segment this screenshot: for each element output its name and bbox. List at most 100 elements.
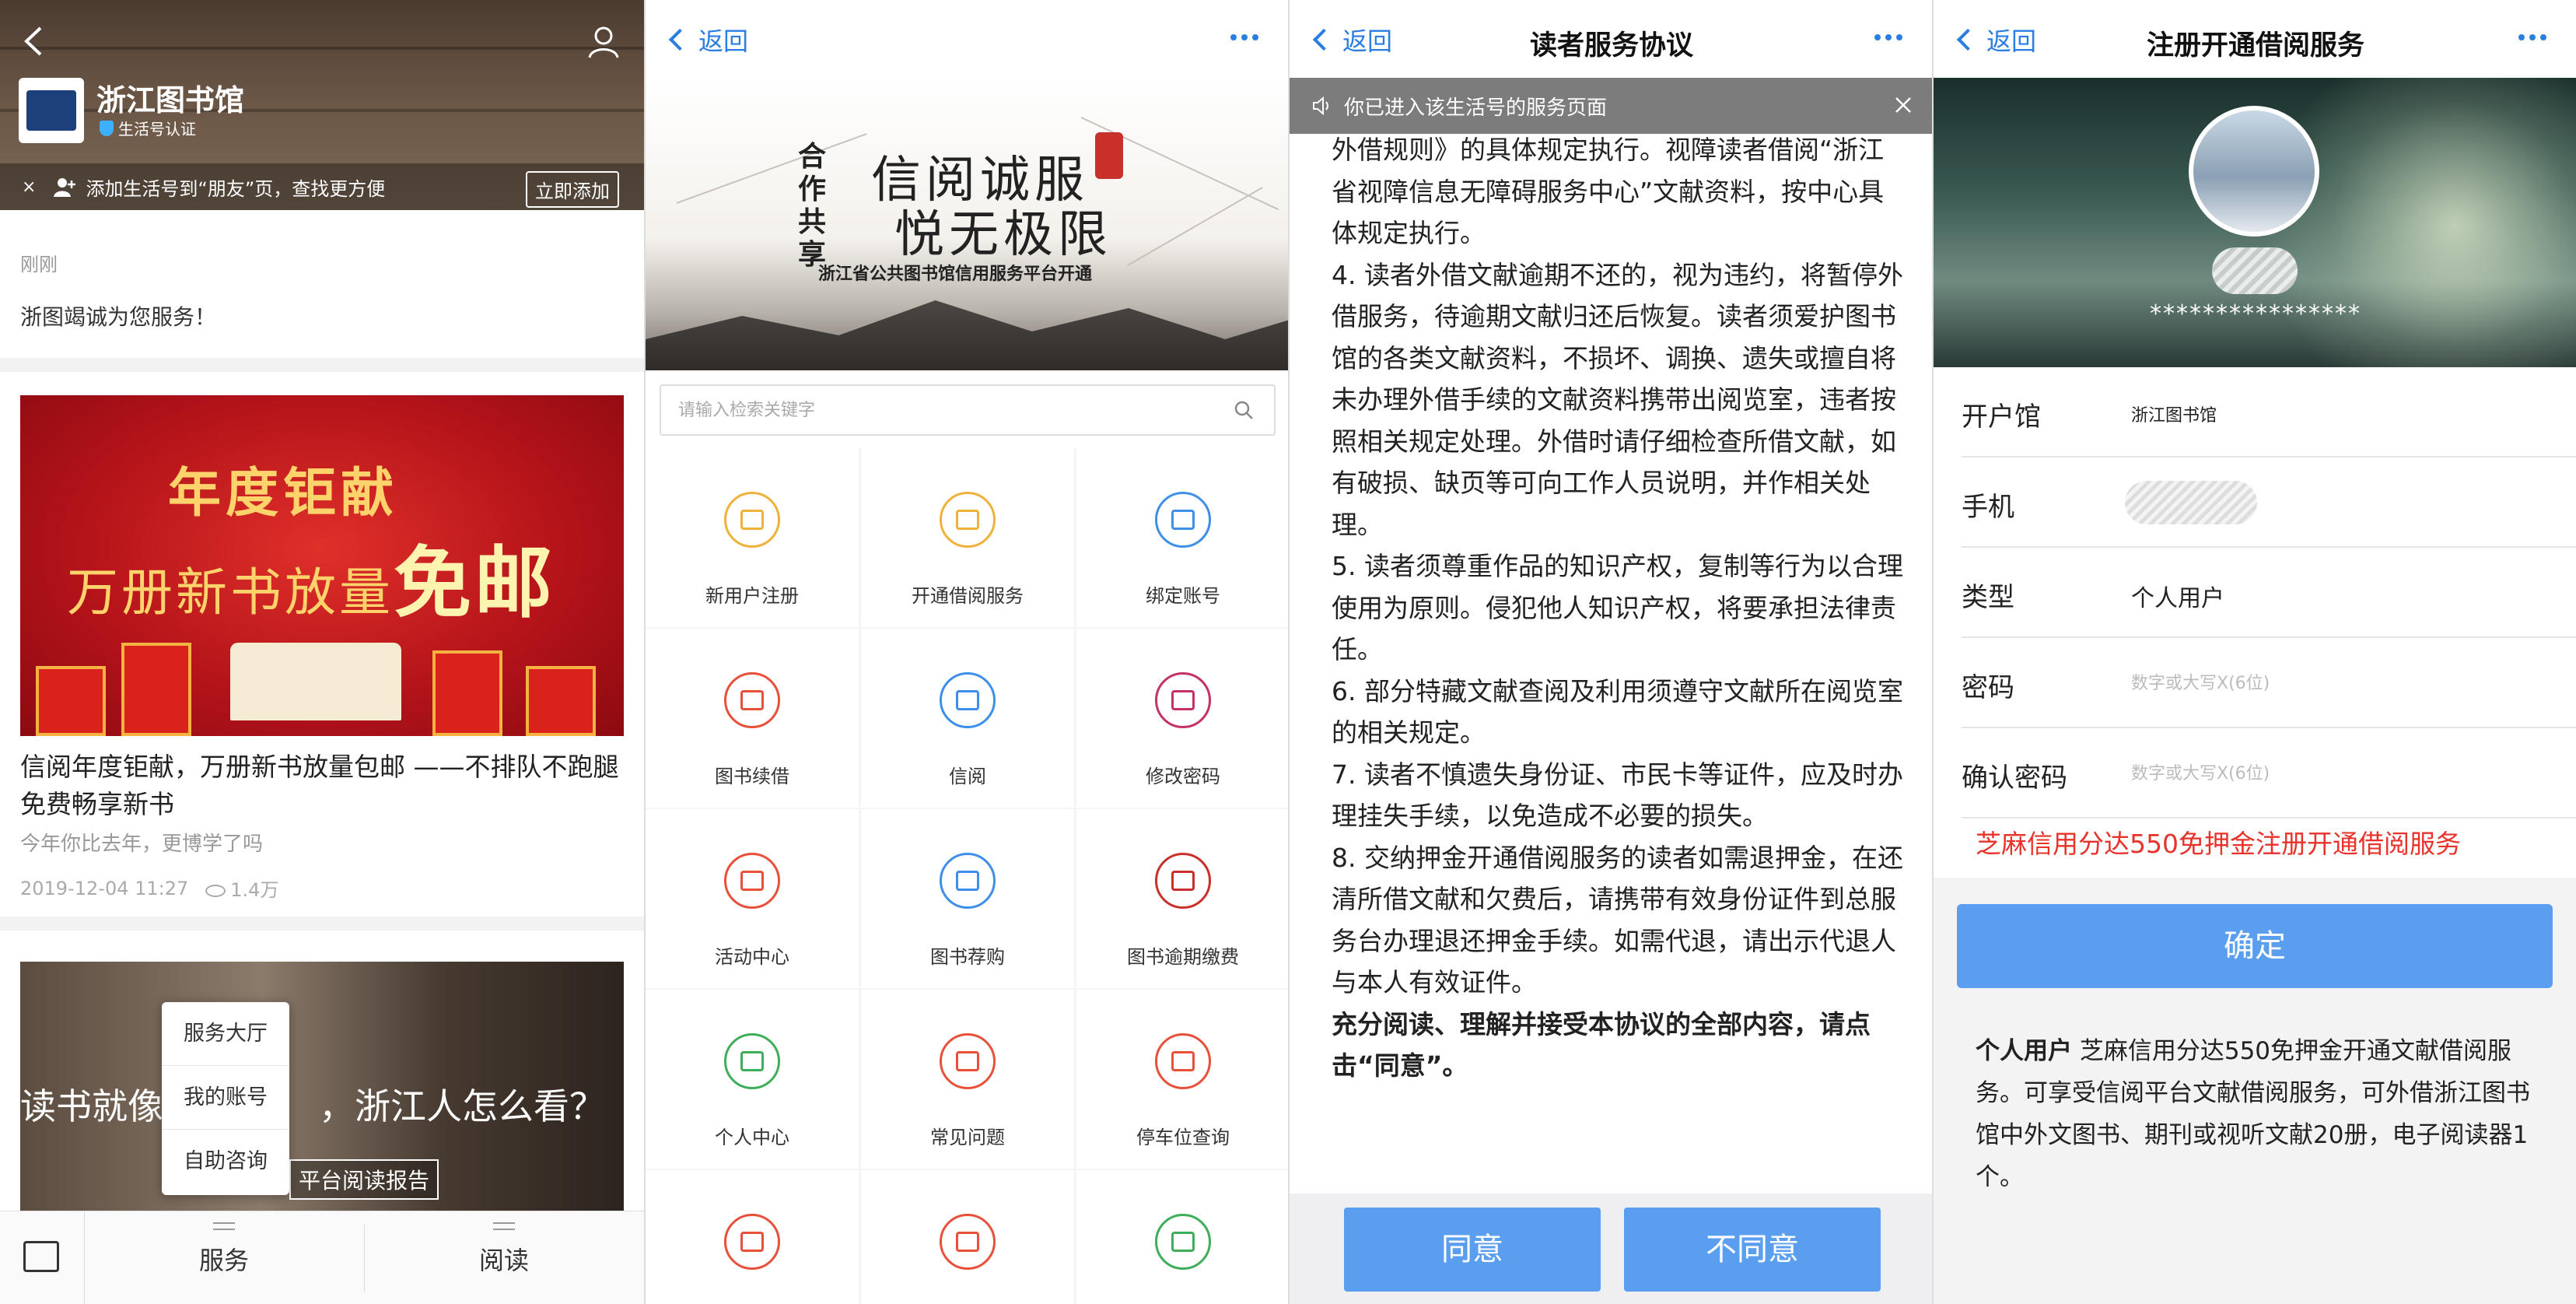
article-photo[interactable]: 读书就像 ，浙江人怎么看？ 平台阅读报告 xyxy=(20,962,624,1211)
service-grid-item[interactable]: 图书荐购 xyxy=(861,809,1074,988)
service-grid-item[interactable]: 新用户注册 xyxy=(646,448,859,627)
shelf-decoration xyxy=(0,47,644,50)
service-grid-item[interactable]: 活动中心 xyxy=(646,809,859,988)
more-icon[interactable] xyxy=(1874,34,1902,40)
article-title[interactable]: 信阅年度钜献，万册新书放量包邮 ——不排队不跑腿 免费畅享新书 xyxy=(20,748,627,823)
article-date: 2019-12-04 11:27 xyxy=(20,877,189,899)
tab-reading[interactable]: 阅读 xyxy=(364,1211,644,1304)
promo-text: 芝麻信用分达550免押金注册开通借阅服务 xyxy=(1976,829,2461,859)
auth-label: 生活号认证 xyxy=(118,120,196,138)
password-input[interactable] xyxy=(2131,658,2567,708)
more-icon[interactable] xyxy=(2518,34,2546,40)
search-input[interactable] xyxy=(661,386,1229,434)
close-icon[interactable] xyxy=(1892,93,1915,117)
service-grid-label: 图书逾期缴费 xyxy=(1127,946,1239,968)
view-count: 1.4万 xyxy=(205,875,278,902)
bottom-tab-bar: 服务 阅读 xyxy=(0,1211,644,1304)
agreement-paragraph: 8. 交纳押金开通借阅服务的读者如需退押金，在还清所借文献和欠费后，请携带有效身… xyxy=(1332,842,1903,998)
agreement-panel: 返回 读者服务协议 外借规则》的具体规定执行。视障读者借阅“浙江省视障信息无障碍… xyxy=(1288,0,1932,1304)
message-card: 刚刚 浙图竭诚为您服务！ xyxy=(0,210,644,358)
agreement-paragraph: 7. 读者不慎遗失身份证、市民卡等证件，应及时办理挂失手续，以免造成不必要的损失… xyxy=(1332,759,1903,832)
article-subtitle: 今年你比去年，更博学了吗 xyxy=(20,833,264,856)
add-now-button[interactable]: 立即添加 xyxy=(526,171,619,208)
menu-item-my-account[interactable]: 我的账号 xyxy=(162,1066,289,1130)
shield-icon xyxy=(100,120,114,136)
back-chevron-icon[interactable] xyxy=(19,22,50,61)
service-icon xyxy=(940,853,996,909)
agreement-paragraph: 外借规则》的具体规定执行。视障读者借阅“浙江省视障信息无障碍服务中心”文献资料，… xyxy=(1332,135,1885,248)
service-hall-panel: 返回 合作共享 信阅诚服 悦无极限 浙江省公共图书馆信用服务平台开通 新用户注册… xyxy=(644,0,1288,1304)
service-grid-item[interactable]: 开通借阅服务 xyxy=(861,448,1074,627)
network-line xyxy=(1127,187,1263,266)
agreement-paragraph: 5. 读者须尊重作品的知识产权，复制等行为以合理使用为原则。侵犯他人知识产权，将… xyxy=(1332,551,1903,664)
account-header: 浙江图书馆 生活号认证 × 添加生活号到“朋友”页，查找更方便 立即添加 xyxy=(0,0,644,210)
password-row: 密码 xyxy=(1962,638,2576,728)
service-icon xyxy=(724,1033,780,1089)
service-grid-item[interactable]: 图书逾期缴费 xyxy=(1076,809,1288,988)
ancient-roof-illustration xyxy=(646,300,1288,370)
search-icon[interactable] xyxy=(1234,400,1254,420)
banner-line1: 年度钜献 xyxy=(168,462,399,524)
back-button[interactable]: 返回 xyxy=(1955,22,2036,58)
menu-lines-icon xyxy=(213,1222,235,1230)
service-notice-bar: 你已进入该生活号的服务页面 xyxy=(1290,78,1932,134)
type-value: 个人用户 xyxy=(2131,585,2224,612)
tab-reading-label: 阅读 xyxy=(478,1246,529,1275)
service-icon xyxy=(1155,853,1211,909)
service-icon xyxy=(1155,492,1211,548)
confirm-button[interactable]: 确定 xyxy=(1957,904,2553,988)
service-grid-label: 图书续借 xyxy=(715,766,789,787)
service-grid-item[interactable]: 个人中心 xyxy=(646,990,859,1169)
agreement-text: 外借规则》的具体规定执行。视障读者借阅“浙江省视障信息无障碍服务中心”文献资料，… xyxy=(1332,129,1907,1087)
service-grid-label: 修改密码 xyxy=(1146,766,1220,787)
back-label: 返回 xyxy=(1986,26,2037,56)
service-popup-menu: 服务大厅 我的账号 自助咨询 xyxy=(162,1002,289,1195)
service-icon xyxy=(724,853,780,909)
disagree-button[interactable]: 不同意 xyxy=(1624,1208,1881,1292)
gift-box-decoration xyxy=(36,666,106,736)
blurred-name xyxy=(2212,247,2298,294)
service-grid-label: 新用户注册 xyxy=(705,585,799,607)
more-icon[interactable] xyxy=(1230,34,1258,40)
user-profile-icon[interactable] xyxy=(585,23,622,61)
menu-item-self-help[interactable]: 自助咨询 xyxy=(162,1130,289,1194)
article-card-2[interactable]: 读书就像 ，浙江人怎么看？ 平台阅读报告 xyxy=(0,931,644,1211)
service-grid-item[interactable]: 修改密码 xyxy=(1076,629,1288,808)
service-grid-item[interactable]: 信阅 xyxy=(861,629,1074,808)
service-grid-label: 开通借阅服务 xyxy=(912,585,1024,607)
auth-badge: 生活号认证 xyxy=(100,117,196,139)
keyboard-icon[interactable] xyxy=(23,1241,59,1272)
service-icon xyxy=(1155,1214,1211,1270)
article-meta: 2019-12-04 11:27 1.4万 xyxy=(20,875,278,902)
account-title: 浙江图书馆 xyxy=(96,83,245,117)
service-grid-item[interactable]: 绑定账号 xyxy=(1076,448,1288,627)
back-button[interactable]: 返回 xyxy=(667,22,748,58)
confirm-password-input[interactable] xyxy=(2131,748,2567,798)
service-grid-item[interactable]: 停车位查询 xyxy=(1076,990,1288,1169)
service-grid-item[interactable]: 常见问题 xyxy=(861,990,1074,1169)
tab-service-label: 服务 xyxy=(198,1246,249,1275)
confirm-password-row: 确认密码 xyxy=(1962,728,2576,819)
avatar xyxy=(2189,106,2319,237)
password-label: 密码 xyxy=(1962,672,2014,703)
network-line xyxy=(676,133,867,204)
service-grid-item[interactable] xyxy=(861,1170,1074,1304)
service-grid-item[interactable]: 图书续借 xyxy=(646,629,859,808)
service-grid-item[interactable] xyxy=(646,1170,859,1304)
tab-service[interactable]: 服务 xyxy=(84,1211,364,1304)
article-card[interactable]: 年度钜献 万册新书放量免邮 信阅年度钜献，万册新书放量包邮 ——不排队不跑腿 免… xyxy=(0,372,644,917)
service-icon xyxy=(724,492,780,548)
promo-banner[interactable]: 合作共享 信阅诚服 悦无极限 浙江省公共图书馆信用服务平台开通 xyxy=(646,78,1288,370)
service-grid-item[interactable] xyxy=(1076,1170,1288,1304)
service-grid-label: 停车位查询 xyxy=(1136,1127,1230,1148)
back-button[interactable]: 返回 xyxy=(1311,22,1392,58)
nav-bar: 返回 注册开通借阅服务 xyxy=(1934,0,2576,78)
menu-item-service-hall[interactable]: 服务大厅 xyxy=(162,1002,289,1066)
banner-subtitle: 浙江省公共图书馆信用服务平台开通 xyxy=(818,265,1093,284)
agree-button[interactable]: 同意 xyxy=(1344,1208,1601,1292)
close-icon[interactable]: × xyxy=(22,177,36,197)
service-icon xyxy=(724,1214,780,1270)
article-banner-image[interactable]: 年度钜献 万册新书放量免邮 xyxy=(20,395,624,736)
service-grid-label: 活动中心 xyxy=(715,946,789,968)
life-account-home-panel: 浙江图书馆 生活号认证 × 添加生活号到“朋友”页，查找更方便 立即添加 刚刚 … xyxy=(0,0,644,1304)
